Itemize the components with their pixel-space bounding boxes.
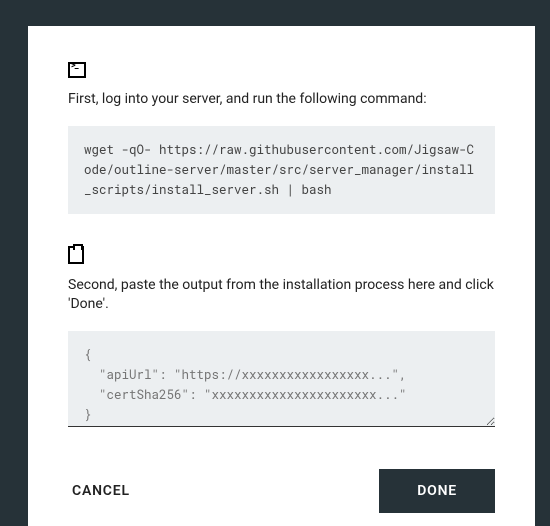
install-command-block[interactable]: wget -qO- https://raw.githubusercontent.… (68, 126, 495, 214)
done-button[interactable]: DONE (379, 469, 495, 513)
step-1: First, log into your server, and run the… (68, 62, 495, 214)
dialog-actions: CANCEL DONE (68, 469, 495, 513)
output-paste-input[interactable] (68, 331, 495, 427)
clipboard-icon (68, 246, 84, 264)
cancel-button[interactable]: CANCEL (68, 469, 168, 513)
step-1-instruction: First, log into your server, and run the… (68, 90, 495, 110)
step-2: Second, paste the output from the instal… (68, 246, 495, 431)
setup-dialog: First, log into your server, and run the… (28, 26, 535, 526)
step-2-instruction: Second, paste the output from the instal… (68, 276, 495, 315)
backdrop (0, 0, 10, 526)
terminal-icon (68, 62, 86, 78)
